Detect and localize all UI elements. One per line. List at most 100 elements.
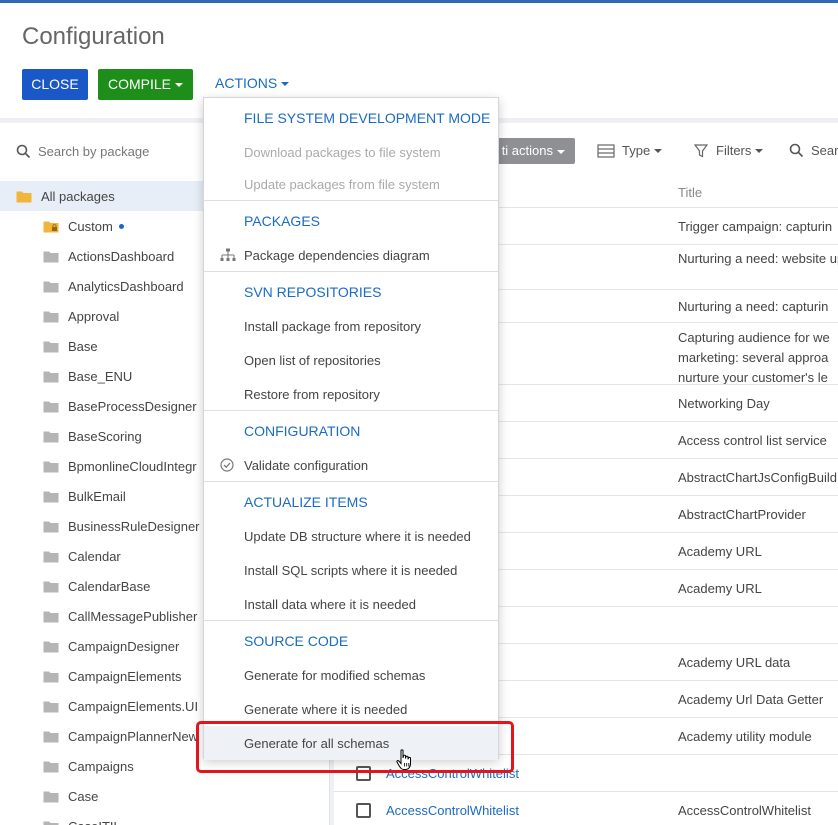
- tree-item-label: BpmonlineCloudIntegr: [68, 458, 197, 474]
- menu-item-install-data[interactable]: Install data where it is needed: [204, 587, 498, 621]
- folder-icon: [43, 431, 59, 442]
- tree-item-label: CalendarBase: [68, 578, 151, 594]
- menu-divider: [204, 271, 498, 272]
- menu-item-open-repositories[interactable]: Open list of repositories: [204, 343, 498, 377]
- menu-item-label: Package dependencies diagram: [244, 247, 430, 263]
- tree-item-label: Custom: [68, 218, 113, 234]
- folder-icon: [43, 521, 59, 532]
- menu-header-actualize: ACTUALIZE ITEMS: [244, 494, 368, 510]
- menu-item-install-sql-scripts[interactable]: Install SQL scripts where it is needed: [204, 553, 498, 587]
- menu-item-update-db-structure[interactable]: Update DB structure where it is needed: [204, 519, 498, 553]
- cell-title: Academy URL: [678, 544, 762, 559]
- cell-title: AccessControlWhitelist: [678, 803, 811, 818]
- folder-icon: [43, 491, 59, 502]
- caret-down-icon: [175, 83, 183, 88]
- folder-icon: [43, 821, 59, 825]
- hand-pointer-icon: [396, 749, 411, 770]
- tree-item-label: CallMessagePublisher: [68, 608, 198, 624]
- table-row[interactable]: AccessControlWhitelist AccessControlWhite…: [334, 791, 838, 825]
- menu-item-validate-configuration[interactable]: Validate configuration: [204, 448, 498, 482]
- hierarchy-icon: [220, 248, 236, 261]
- tree-item-label: Base_ENU: [68, 368, 133, 384]
- actions-menu-button[interactable]: ACTIONS: [215, 75, 290, 91]
- cell-title: Nurturing a need: website up: [678, 251, 838, 266]
- folder-icon: [43, 281, 59, 292]
- tree-item-label: CampaignDesigner: [68, 638, 180, 654]
- folder-icon: [43, 311, 59, 322]
- folder-icon: [43, 251, 59, 262]
- tree-item-label: BusinessRuleDesigner: [68, 518, 200, 534]
- cell-title: Academy URL data: [678, 655, 791, 670]
- type-filter-button[interactable]: Type: [597, 143, 663, 158]
- actions-dropdown-menu: FILE SYSTEM DEVELOPMENT MODE Download pa…: [203, 97, 499, 760]
- folder-icon: [43, 461, 59, 472]
- cell-title: Academy Url Data Getter: [678, 692, 824, 707]
- folder-icon: [43, 611, 59, 622]
- tree-item-label: Campaigns: [68, 758, 134, 774]
- filters-label: Filters: [716, 143, 752, 158]
- menu-item-label: Validate configuration: [244, 457, 369, 473]
- tree-item-label: AnalyticsDashboard: [68, 278, 184, 294]
- compile-label: COMPILE: [107, 76, 171, 92]
- tree-item-label: BulkEmail: [68, 488, 126, 504]
- tree-item-label: Case: [68, 788, 99, 804]
- menu-item-download-packages: Download packages to file system: [244, 144, 441, 160]
- modified-dot-icon: [118, 223, 124, 229]
- menu-item-install-from-repo[interactable]: Install package from repository: [204, 309, 498, 343]
- page-title: Configuration: [22, 23, 165, 50]
- caret-down-icon: [281, 82, 290, 87]
- menu-item-restore-from-repo[interactable]: Restore from repository: [204, 377, 498, 411]
- folder-icon: [43, 401, 59, 412]
- tree-item-label: Base: [68, 338, 98, 354]
- cell-title: Nurturing a need: capturin: [678, 299, 829, 314]
- close-button[interactable]: CLOSE: [22, 69, 88, 100]
- cell-title: Access control list service: [678, 433, 827, 448]
- menu-divider: [204, 410, 498, 411]
- tree-item-package[interactable]: Case: [0, 781, 330, 811]
- tree-item-label: ActionsDashboard: [68, 248, 175, 264]
- tree-item-label: CaseITIL: [68, 819, 121, 825]
- cell-title: Networking Day: [678, 396, 770, 411]
- cell-title: Academy utility module: [678, 729, 812, 744]
- cell-name[interactable]: AccessControlWhitelist: [386, 801, 519, 821]
- locked-folder-icon: [43, 221, 59, 232]
- search-icon: [789, 143, 804, 158]
- folder-icon: [43, 551, 59, 562]
- folder-icon: [43, 671, 59, 682]
- folder-icon: [43, 371, 59, 382]
- type-label: Type: [622, 143, 651, 158]
- row-checkbox[interactable]: [356, 803, 371, 818]
- menu-item-dependencies-diagram[interactable]: Package dependencies diagram: [204, 238, 498, 272]
- compile-button[interactable]: COMPILE: [98, 69, 193, 100]
- menu-header-svn: SVN REPOSITORIES: [244, 284, 382, 300]
- tree-item-label: Approval: [68, 308, 120, 324]
- package-search[interactable]: Search by package: [16, 141, 149, 161]
- menu-item-generate-modified[interactable]: Generate for modified schemas: [204, 658, 498, 692]
- menu-divider: [204, 200, 498, 201]
- cell-title: Trigger campaign: capturin: [678, 219, 833, 234]
- menu-header-configuration: CONFIGURATION: [244, 423, 361, 439]
- folder-icon: [43, 791, 59, 802]
- filters-button[interactable]: Filters: [694, 143, 764, 158]
- menu-header-source-code: SOURCE CODE: [244, 633, 349, 649]
- schema-search[interactable]: Searc: [789, 143, 838, 158]
- package-search-placeholder: Search by package: [38, 143, 150, 159]
- folder-icon: [43, 581, 59, 592]
- tree-item-label: All packages: [41, 188, 115, 204]
- cell-title: Capturing audience for we marketing: sev…: [678, 330, 830, 385]
- tree-item-label: Calendar: [68, 548, 121, 564]
- check-circle-icon: [220, 458, 234, 472]
- folder-icon: [43, 761, 59, 772]
- cell-title: Academy URL: [678, 581, 762, 596]
- folder-icon: [43, 731, 59, 742]
- tree-item-package[interactable]: CaseITIL: [0, 811, 330, 825]
- menu-header-packages: PACKAGES: [244, 213, 320, 229]
- folder-icon: [43, 341, 59, 352]
- cell-title: AbstractChartProvider: [678, 507, 806, 522]
- schema-search-placeholder: Searc: [811, 143, 838, 158]
- cell-title: AbstractChartJsConfigBuild: [678, 470, 837, 485]
- actions-label: ACTIONS: [215, 75, 278, 91]
- highlight-box: [196, 721, 514, 773]
- funnel-icon: [694, 143, 708, 157]
- menu-divider: [204, 620, 498, 621]
